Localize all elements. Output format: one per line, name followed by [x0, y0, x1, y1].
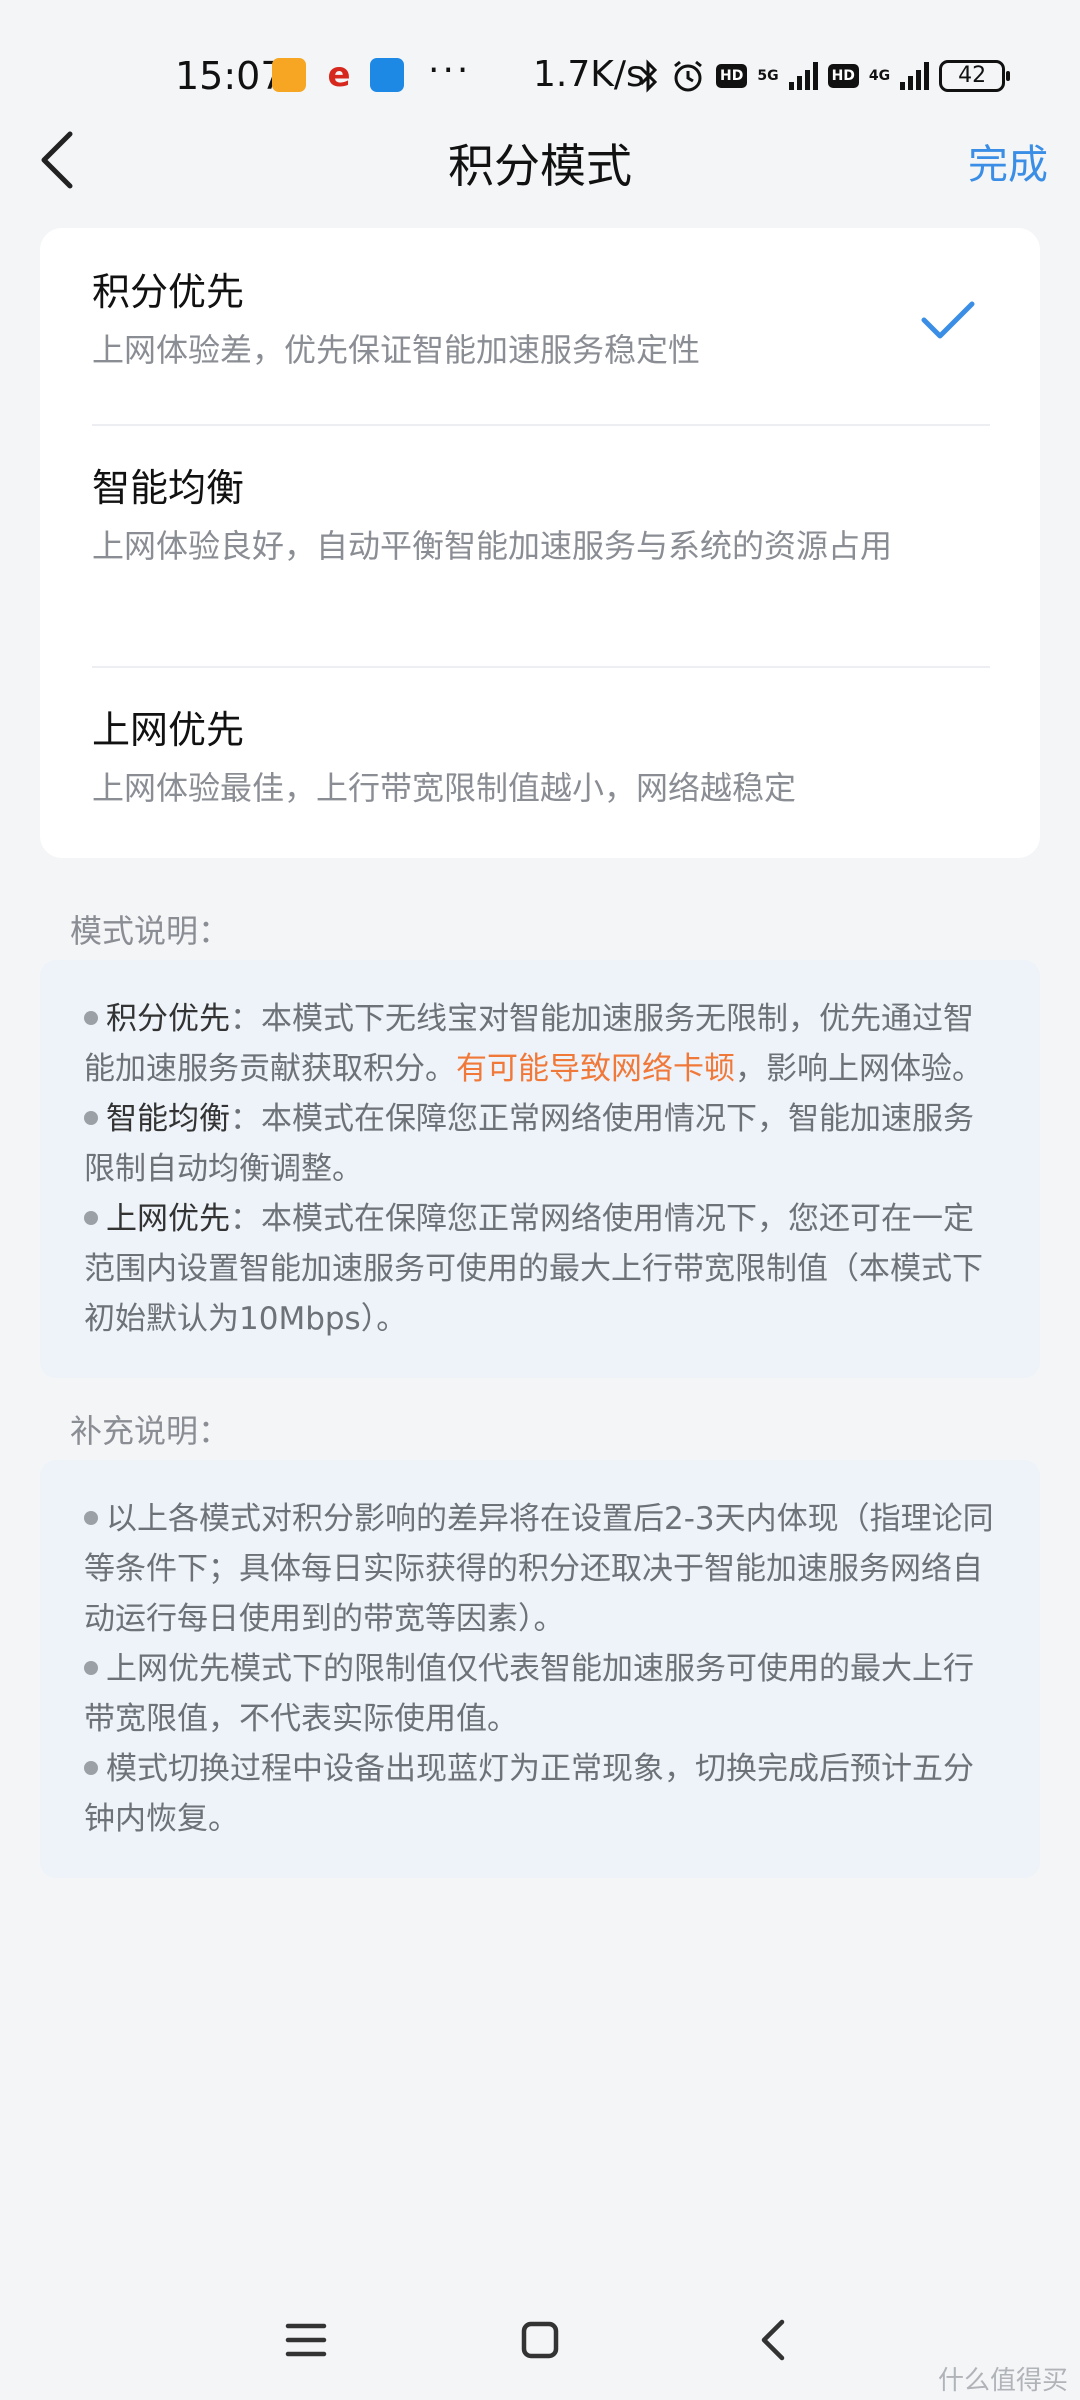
blue-app-icon: [370, 58, 404, 92]
signal-icon: [788, 62, 818, 90]
supplementary-label: 补充说明：: [70, 1412, 231, 1450]
alarm-icon: [674, 60, 702, 92]
more-notifications-icon: ···: [428, 50, 472, 91]
watermark: 什么值得买: [937, 2366, 1068, 2396]
mode-explanation-label: 模式说明：: [70, 912, 231, 950]
bullet-icon: [84, 1510, 98, 1525]
notes-app-icon: [272, 58, 306, 92]
option-description: 上网体验最佳，上行带宽限制值越小，网络越稳定: [92, 769, 797, 807]
bullet-icon: [84, 1760, 98, 1775]
option-title: 智能均衡: [92, 466, 245, 510]
term: 积分优先: [106, 1001, 230, 1037]
page-title: 积分模式: [448, 139, 632, 193]
option-internet-first[interactable]: 上网优先 上网体验最佳，上行带宽限制值越小，网络越稳定: [92, 706, 992, 810]
menu-button[interactable]: [276, 2310, 336, 2370]
term: 上网优先: [106, 1201, 230, 1237]
bullet-icon: [84, 1010, 98, 1025]
bluetooth-icon: [639, 59, 658, 93]
network-type-5g: 5G: [757, 68, 779, 84]
mode-explanation-box: 积分优先：本模式下无线宝对智能加速服务无限制，优先通过智能加速服务贡献获取积分。…: [40, 960, 1040, 1378]
list-item: 模式切换过程中设备出现蓝灯为正常现象，切换完成后预计五分钟内恢复。: [84, 1744, 996, 1844]
item-text: 模式切换过程中设备出现蓝灯为正常现象，切换完成后预计五分钟内恢复。: [84, 1751, 974, 1837]
supplementary-box: 以上各模式对积分影响的差异将在设置后2-3天内体现（指理论同等条件下；具体每日实…: [40, 1460, 1040, 1878]
status-icons: HD 5G HD 4G 42: [638, 56, 1011, 96]
item-text: 上网优先模式下的限制值仅代表智能加速服务可使用的最大上行带宽限值，不代表实际使用…: [84, 1651, 974, 1737]
bullet-icon: [84, 1660, 98, 1675]
bullet-icon: [84, 1210, 98, 1225]
hd-badge: HD: [716, 64, 748, 88]
menu-icon: [285, 2323, 327, 2357]
app-header: 积分模式 完成: [0, 120, 1080, 200]
list-item: 上网优先模式下的限制值仅代表智能加速服务可使用的最大上行带宽限值，不代表实际使用…: [84, 1644, 996, 1744]
list-item: 上网优先：本模式在保障您正常网络使用情况下，您还可在一定范围内设置智能加速服务可…: [84, 1194, 996, 1344]
mode-options-card: 积分优先 上网体验差，优先保证智能加速服务稳定性 智能均衡 上网体验良好，自动平…: [40, 228, 1040, 858]
item-text: ，影响上网体验。: [735, 1051, 983, 1087]
option-title: 积分优先: [92, 270, 245, 314]
network-type-4g: 4G: [868, 68, 891, 84]
home-button[interactable]: [510, 2310, 570, 2370]
list-item: 以上各模式对积分影响的差异将在设置后2-3天内体现（指理论同等条件下；具体每日实…: [84, 1494, 996, 1644]
status-bar: 15:07 e ··· 1.7K/s HD 5G HD 4G 42: [0, 44, 1080, 104]
list-item: 积分优先：本模式下无线宝对智能加速服务无限制，优先通过智能加速服务贡献获取积分。…: [84, 994, 996, 1094]
status-time: 15:07: [175, 54, 285, 98]
option-points-first[interactable]: 积分优先 上网体验差，优先保证智能加速服务稳定性: [92, 268, 992, 372]
option-smart-balance[interactable]: 智能均衡 上网体验良好，自动平衡智能加速服务与系统的资源占用: [92, 464, 992, 568]
list-item: 智能均衡：本模式在保障您正常网络使用情况下，智能加速服务限制自动均衡调整。: [84, 1094, 996, 1194]
warning-text: 有可能导致网络卡顿: [456, 1051, 735, 1087]
item-text: 以上各模式对积分影响的差异将在设置后2-3天内体现（指理论同等条件下；具体每日实…: [84, 1501, 994, 1637]
divider: [92, 666, 990, 668]
bullet-icon: [84, 1110, 98, 1125]
option-description: 上网体验良好，自动平衡智能加速服务与系统的资源占用: [92, 527, 893, 565]
divider: [92, 424, 990, 426]
network-speed: 1.7K/s: [533, 54, 645, 95]
home-icon: [521, 2321, 559, 2359]
done-button[interactable]: 完成: [968, 132, 1048, 190]
system-nav-bar: [0, 2300, 1080, 2380]
option-description: 上网体验差，优先保证智能加速服务稳定性: [92, 331, 701, 369]
nav-back-button[interactable]: [744, 2310, 804, 2370]
signal-icon-2: [900, 62, 930, 90]
screen: 15:07 e ··· 1.7K/s HD 5G HD 4G 42 积分模式 完…: [0, 0, 1080, 2400]
battery-level: 42: [958, 63, 987, 88]
battery-icon: 42: [939, 60, 1011, 92]
chevron-left-icon: [761, 2319, 785, 2361]
china-telecom-icon: e: [327, 55, 351, 95]
option-title: 上网优先: [92, 708, 245, 752]
check-icon: [921, 301, 975, 339]
term: 智能均衡: [106, 1101, 230, 1137]
hd-badge-2: HD: [827, 64, 859, 88]
